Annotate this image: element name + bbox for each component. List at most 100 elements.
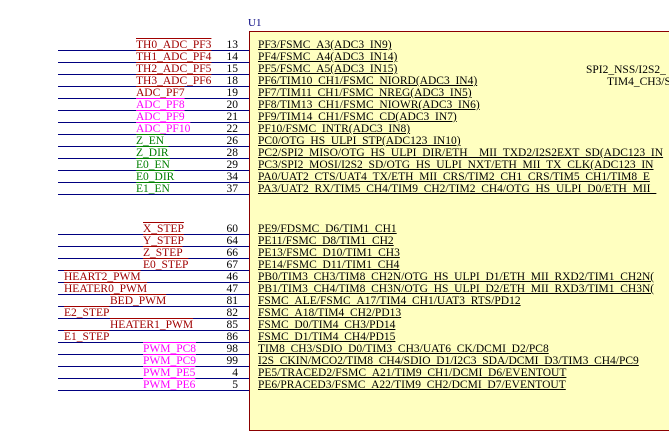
pin-number: 29: [226, 159, 239, 171]
pin-row: ADC_PF8 20 PF8/TIM13_CH1/FSMC_NIOWR(ADC3_I…: [0, 99, 669, 111]
pin-function: PF3/FSMC_A3(ADC3_IN9): [258, 39, 392, 51]
net-label: E0_EN: [136, 159, 170, 171]
pin-number: 21: [226, 111, 239, 123]
pin-number: 99: [226, 355, 239, 367]
pin-function: PB1/TIM3_CH4/TIM8_CH3N/OTG_HS_ULPI_D2/ET…: [258, 283, 655, 295]
pin-function: PC3/SPI2_MOSI/I2S2_SD/OTG_HS_ULPI_NXT/ET…: [258, 159, 654, 171]
net-label: PWM_PC9: [143, 355, 197, 367]
pin-number: 22: [226, 123, 239, 135]
pin-number: 81: [226, 295, 239, 307]
pin-row: PWM_PE5 4 PE5/TRACED2/FSMC_A21/TIM9_CH1/DC…: [0, 367, 669, 379]
pin-function: PE6/PRACED3/FSMC_A22/TIM9_CH2/DCMI_D7/EV…: [258, 379, 566, 391]
pin-function: PF7/TIM11_CH1/FSMC_NREG(ADC3_IN5): [258, 87, 472, 99]
net-label: ADC_PF10: [136, 123, 191, 135]
pin-row: TH2_ADC_PF5 15 PF5/FSMC_A5(ADC3_IN15): [0, 63, 669, 75]
pin-row: E0_STEP 67 PE14/FSMC_D11/TIM1_CH4: [0, 259, 669, 271]
net-label: E1_STEP: [64, 331, 110, 343]
pin-number: 98: [226, 343, 239, 355]
pin-number: 85: [226, 319, 239, 331]
pin-function: PE13/FSMC_D10/TIM1_CH3: [258, 247, 400, 259]
pin-row: PWM_PC8 98 TIM8_CH3/SDIO_D0/TIM3_CH3/UAT6_…: [0, 343, 669, 355]
net-label: ADC_PF8: [136, 99, 185, 111]
pin-row: E0_DIR 34 PA0/UAT2_CTS/UAT4_TX/ETH_MII_CRS…: [0, 171, 669, 183]
pin-row: ADC_PF9 21 PF9/TIM14_CH1/FSMC_CD(ADC3_IN7): [0, 111, 669, 123]
pin-function: FSMC_D1/TIM4_CH4/PD15: [258, 331, 396, 343]
net-label: X_STEP: [143, 223, 184, 235]
pin-number: 47: [226, 283, 239, 295]
pin-row: E1_STEP 86 FSMC_D1/TIM4_CH4/PD15: [0, 331, 669, 343]
net-label: TH2_ADC_PF5: [136, 63, 212, 75]
net-label: BED_PWM: [110, 295, 167, 307]
pin-number: 64: [226, 235, 239, 247]
pin-number: 26: [226, 135, 239, 147]
pin-row: TH3_ADC_PF6 18 PF6/TIM10_CH1/FSMC_NIORD(AD…: [0, 75, 669, 87]
pin-row: Y_STEP 64 PE11/FSMC_D8/TIM1_CH2: [0, 235, 669, 247]
pin-function: PF9/TIM14_CH1/FSMC_CD(ADC3_IN7): [258, 111, 457, 123]
pin-function: PE5/TRACED2/FSMC_A21/TIM9_CH1/DCMI_D6/EV…: [258, 367, 567, 379]
pin-number: 4: [232, 367, 238, 379]
net-label: ADC_PF7: [136, 87, 185, 99]
pin-number: 66: [226, 247, 239, 259]
net-label: E0_STEP: [143, 259, 189, 271]
net-label: PWM_PC8: [143, 343, 197, 355]
net-label: PWM_PE6: [143, 379, 196, 391]
pin-row: E0_EN 29 PC3/SPI2_MOSI/I2S2_SD/OTG_HS_ULPI…: [0, 159, 669, 171]
pin-row: ADC_PF10 22 PF10/FSMC_INTR(ADC3_IN8): [0, 123, 669, 135]
pin-number: 5: [232, 379, 238, 391]
pin-row: ADC_PF7 19 PF7/TIM11_CH1/FSMC_NREG(ADC3_IN…: [0, 87, 669, 99]
net-label: TH3_ADC_PF6: [136, 75, 212, 87]
pin-number: 18: [226, 75, 239, 87]
net-label: Z_EN: [136, 135, 165, 147]
pin-function: PF4/FSMC_A4(ADC3_IN14): [258, 51, 398, 63]
pin-function: PA3/UAT2_RX/TIM5_CH4/TIM9_CH2/TIM2_CH4/O…: [258, 183, 657, 195]
pin-function: FSMC_A18/TIM4_CH2/PD13: [258, 307, 402, 319]
pin-number: 19: [226, 87, 239, 99]
right-pin-label: SPI2_NSS/I2S2_: [586, 64, 666, 76]
net-label: E1_EN: [136, 183, 170, 195]
pin-function: PF6/TIM10_CH1/FSMC_NIORD(ADC3_IN4): [258, 75, 478, 87]
pin-number: 14: [226, 51, 239, 63]
pin-function: FSMC_D0/TIM4_CH3/PD14: [258, 319, 396, 331]
pin-row: PWM_PE6 5 PE6/PRACED3/FSMC_A22/TIM9_CH2/DC…: [0, 379, 669, 391]
pin-function: TIM8_CH3/SDIO_D0/TIM3_CH3/UAT6_CK/DCMI_D…: [258, 343, 549, 355]
pin-row: Z_EN 26 PC0/OTG_HS_ULPI_STP(ADC123_IN10): [0, 135, 669, 147]
pin-row: HEART2_PWM 46 PB0/TIM3_CH3/TIM8_CH2N/OTG_H…: [0, 271, 669, 283]
pin-row: TH1_ADC_PF4 14 PF4/FSMC_A4(ADC3_IN14): [0, 51, 669, 63]
net-label: TH0_ADC_PF3: [136, 39, 212, 51]
pin-row: TH0_ADC_PF3 13 PF3/FSMC_A3(ADC3_IN9): [0, 39, 669, 51]
pin-number: 34: [226, 171, 239, 183]
net-label: Z_STEP: [143, 247, 183, 259]
pin-row: E2_STEP 82 FSMC_A18/TIM4_CH2/PD13: [0, 307, 669, 319]
pin-number: 82: [226, 307, 239, 319]
pin-row: PWM_PC9 99 I2S_CKIN/MCO2/TIM8_CH4/SDIO_D1/…: [0, 355, 669, 367]
net-label: HEART2_PWM: [64, 271, 141, 283]
net-label: ADC_PF9: [136, 111, 185, 123]
net-label: PWM_PE5: [143, 367, 196, 379]
net-label: E0_DIR: [136, 171, 175, 183]
pin-row: BED_PWM 81 FSMC_ALE/FSMC_A17/TIM4_CH1/UAT3…: [0, 295, 669, 307]
pin-function: PC2/SPI2_MISO/OTG_HS_ULPI_DIR/ETH__MII_T…: [258, 147, 664, 159]
pin-number: 67: [226, 259, 239, 271]
pin-function: FSMC_ALE/FSMC_A17/TIM4_CH1/UAT3_RTS/PD12: [258, 295, 521, 307]
net-label: Z_DIR: [136, 147, 169, 159]
pin-number: 15: [226, 63, 239, 75]
pin-function: PC0/OTG_HS_ULPI_STP(ADC123_IN10): [258, 135, 461, 147]
net-label: HEATER1_PWM: [110, 319, 194, 331]
pin-number: 60: [226, 223, 239, 235]
pin-function: PE14/FSMC_D11/TIM1_CH4: [258, 259, 400, 271]
pin-number: 86: [226, 331, 239, 343]
pin-function: PF5/FSMC_A5(ADC3_IN15): [258, 63, 398, 75]
pin-row: HEATER1_PWM 85 FSMC_D0/TIM4_CH3/PD14: [0, 319, 669, 331]
pin-function: PF10/FSMC_INTR(ADC3_IN8): [258, 123, 411, 135]
pin-number: 13: [226, 39, 239, 51]
net-label: Y_STEP: [143, 235, 184, 247]
pin-number: 37: [226, 183, 239, 195]
pin-row: HEATER0_PWM 47 PB1/TIM3_CH4/TIM8_CH3N/OTG_…: [0, 283, 669, 295]
pin-function: PA0/UAT2_CTS/UAT4_TX/ETH_MII_CRS/TIM2_CH…: [258, 171, 650, 183]
net-label: HEATER0_PWM: [64, 283, 148, 295]
pin-function: PE9/FDSMC_D6/TIM1_CH1: [258, 223, 397, 235]
pin-row: Z_STEP 66 PE13/FSMC_D10/TIM1_CH3: [0, 247, 669, 259]
net-label: TH1_ADC_PF4: [136, 51, 212, 63]
pin-number: 46: [226, 271, 239, 283]
pin-row: X_STEP 60 PE9/FDSMC_D6/TIM1_CH1: [0, 223, 669, 235]
